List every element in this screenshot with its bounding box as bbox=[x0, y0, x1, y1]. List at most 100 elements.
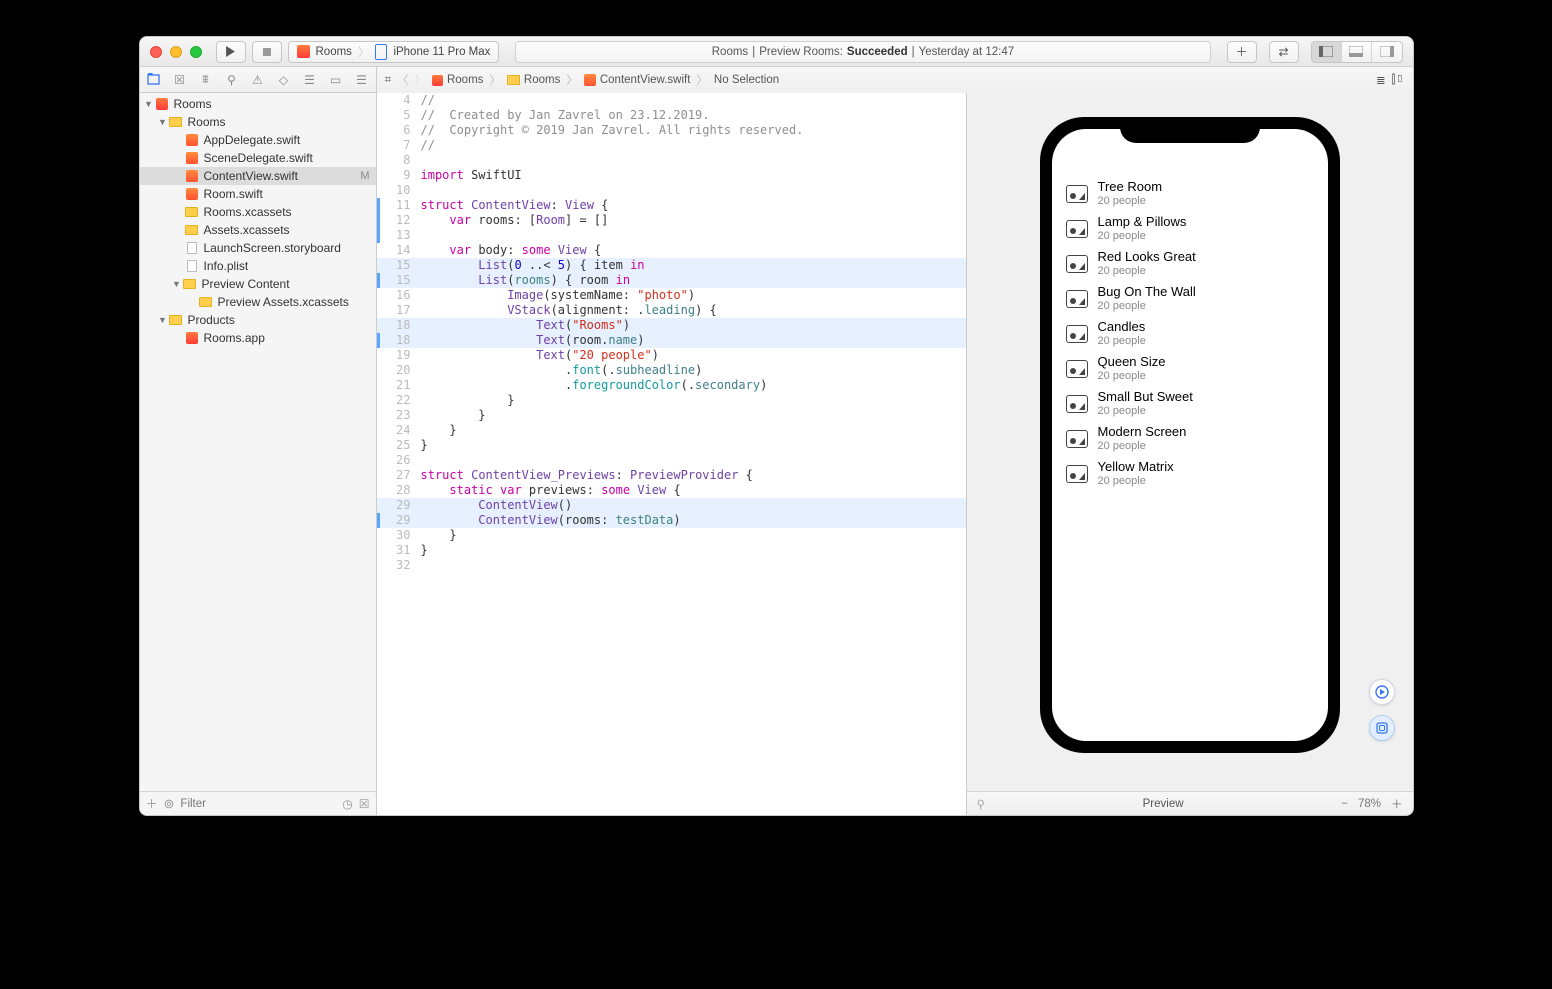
back-icon[interactable]: 〈 bbox=[397, 72, 409, 88]
code-line[interactable]: 9import SwiftUI bbox=[377, 168, 966, 183]
minimap-icon[interactable]: ≣ bbox=[1376, 73, 1386, 87]
toggle-navigator[interactable] bbox=[1312, 42, 1342, 62]
code-line[interactable]: 13 bbox=[377, 228, 966, 243]
breakpoint-navigator-icon[interactable]: ▭ bbox=[328, 72, 344, 88]
toggle-inspector[interactable] bbox=[1372, 42, 1402, 62]
stop-button[interactable] bbox=[252, 41, 282, 63]
crumb-selection[interactable]: No Selection bbox=[714, 74, 779, 86]
code-line[interactable]: 30 } bbox=[377, 528, 966, 543]
code-line[interactable]: 15 List(0 ..< 5) { item in bbox=[377, 258, 966, 273]
tree-file-room[interactable]: Room.swift bbox=[140, 185, 376, 203]
minimize-button[interactable] bbox=[170, 46, 182, 58]
tree-project[interactable]: ▼Rooms bbox=[140, 95, 376, 113]
close-button[interactable] bbox=[150, 46, 162, 58]
tree-file-appdelegate[interactable]: AppDelegate.swift bbox=[140, 131, 376, 149]
list-item[interactable]: Lamp & Pillows 20 people bbox=[1052, 212, 1328, 247]
titlebar: Rooms 〉 iPhone 11 Pro Max Rooms | Previe… bbox=[140, 37, 1413, 67]
tree-file-launch[interactable]: LaunchScreen.storyboard bbox=[140, 239, 376, 257]
tree-group-previewcontent[interactable]: ▼Preview Content bbox=[140, 275, 376, 293]
list-item[interactable]: Yellow Matrix 20 people bbox=[1052, 457, 1328, 492]
filter-icon[interactable]: ⊚ bbox=[164, 796, 175, 812]
code-editor[interactable]: 4//5// Created by Jan Zavrel on 23.12.20… bbox=[377, 93, 967, 815]
tree-file-contentview[interactable]: ContentView.swiftM bbox=[140, 167, 376, 185]
code-line[interactable]: 29 ContentView() bbox=[377, 498, 966, 513]
code-line[interactable]: 18 Text("Rooms") bbox=[377, 318, 966, 333]
inspect-preview-button[interactable] bbox=[1369, 715, 1395, 741]
code-line[interactable]: 29 ContentView(rooms: testData) bbox=[377, 513, 966, 528]
tree-file-plist[interactable]: Info.plist bbox=[140, 257, 376, 275]
pin-icon[interactable]: ⚲ bbox=[977, 797, 985, 811]
code-line[interactable]: 25} bbox=[377, 438, 966, 453]
tree-group-rooms[interactable]: ▼Rooms bbox=[140, 113, 376, 131]
report-navigator-icon[interactable]: ☰ bbox=[354, 72, 370, 88]
filter-input[interactable] bbox=[180, 798, 336, 810]
live-preview-button[interactable] bbox=[1369, 679, 1395, 705]
zoom-in-button[interactable]: ＋ bbox=[1391, 796, 1403, 812]
adjust-editor-icon[interactable]: ⫿▯ bbox=[1392, 74, 1405, 87]
tree-file-roomsassets[interactable]: Rooms.xcassets bbox=[140, 203, 376, 221]
code-line[interactable]: 27struct ContentView_Previews: PreviewPr… bbox=[377, 468, 966, 483]
code-line[interactable]: 16 Image(systemName: "photo") bbox=[377, 288, 966, 303]
test-navigator-icon[interactable]: ◇ bbox=[276, 72, 292, 88]
code-line[interactable]: 11struct ContentView: View { bbox=[377, 198, 966, 213]
recent-icon[interactable]: ◷ bbox=[342, 797, 352, 811]
canvas[interactable]: Tree Room 20 people Lamp & Pillows 20 pe… bbox=[967, 93, 1413, 791]
crumb-file[interactable]: ContentView.swift bbox=[600, 74, 691, 86]
code-line[interactable]: 6// Copyright © 2019 Jan Zavrel. All rig… bbox=[377, 123, 966, 138]
code-line[interactable]: 24 } bbox=[377, 423, 966, 438]
tree-file-scenedelegate[interactable]: SceneDelegate.swift bbox=[140, 149, 376, 167]
code-line[interactable]: 7// bbox=[377, 138, 966, 153]
code-line[interactable]: 19 Text("20 people") bbox=[377, 348, 966, 363]
code-line[interactable]: 18 Text(room.name) bbox=[377, 333, 966, 348]
zoom-out-button[interactable]: − bbox=[1341, 798, 1348, 810]
crumb-group[interactable]: Rooms bbox=[524, 74, 560, 86]
code-line[interactable]: 22 } bbox=[377, 393, 966, 408]
device-icon bbox=[375, 44, 387, 60]
list-item[interactable]: Red Looks Great 20 people bbox=[1052, 247, 1328, 282]
code-line[interactable]: 28 static var previews: some View { bbox=[377, 483, 966, 498]
code-review-button[interactable]: ⇄ bbox=[1269, 41, 1299, 63]
project-navigator-icon[interactable] bbox=[146, 72, 162, 88]
source-control-navigator-icon[interactable]: ☒ bbox=[172, 72, 188, 88]
list-item[interactable]: Queen Size 20 people bbox=[1052, 352, 1328, 387]
code-line[interactable]: 17 VStack(alignment: .leading) { bbox=[377, 303, 966, 318]
forward-icon[interactable]: 〉 bbox=[414, 72, 426, 88]
related-items-icon[interactable]: ⌗ bbox=[385, 74, 391, 87]
library-button[interactable]: ＋ bbox=[1227, 41, 1257, 63]
scheme-selector[interactable]: Rooms 〉 iPhone 11 Pro Max bbox=[288, 41, 500, 63]
crumb-project[interactable]: Rooms bbox=[447, 74, 483, 86]
scm-filter-icon[interactable]: ☒ bbox=[359, 797, 370, 811]
tree-file-assets[interactable]: Assets.xcassets bbox=[140, 221, 376, 239]
list-item[interactable]: Small But Sweet 20 people bbox=[1052, 387, 1328, 422]
jump-bar[interactable]: ⌗ 〈 〉 Rooms 〉 Rooms 〉 ContentView.swift … bbox=[377, 67, 1413, 93]
code-line[interactable]: 23 } bbox=[377, 408, 966, 423]
tree-file-previewassets[interactable]: Preview Assets.xcassets bbox=[140, 293, 376, 311]
code-view[interactable]: 4//5// Created by Jan Zavrel on 23.12.20… bbox=[377, 93, 966, 815]
code-line[interactable]: 14 var body: some View { bbox=[377, 243, 966, 258]
issue-navigator-icon[interactable]: ⚠ bbox=[250, 72, 266, 88]
list-item[interactable]: Bug On The Wall 20 people bbox=[1052, 282, 1328, 317]
add-icon[interactable]: ＋ bbox=[146, 795, 158, 812]
list-item[interactable]: Modern Screen 20 people bbox=[1052, 422, 1328, 457]
tree-product-app[interactable]: Rooms.app bbox=[140, 329, 376, 347]
code-line[interactable]: 20 .font(.subheadline) bbox=[377, 363, 966, 378]
code-line[interactable]: 21 .foregroundColor(.secondary) bbox=[377, 378, 966, 393]
find-navigator-icon[interactable]: ⚲ bbox=[224, 72, 240, 88]
code-line[interactable]: 31} bbox=[377, 543, 966, 558]
maximize-button[interactable] bbox=[190, 46, 202, 58]
code-line[interactable]: 10 bbox=[377, 183, 966, 198]
list-item[interactable]: Candles 20 people bbox=[1052, 317, 1328, 352]
tree-group-products[interactable]: ▼Products bbox=[140, 311, 376, 329]
code-line[interactable]: 32 bbox=[377, 558, 966, 573]
code-line[interactable]: 12 var rooms: [Room] = [] bbox=[377, 213, 966, 228]
code-line[interactable]: 8 bbox=[377, 153, 966, 168]
symbol-navigator-icon[interactable]: ⩩ bbox=[198, 72, 214, 88]
list-item[interactable]: Tree Room 20 people bbox=[1052, 177, 1328, 212]
code-line[interactable]: 26 bbox=[377, 453, 966, 468]
run-button[interactable] bbox=[216, 41, 246, 63]
code-line[interactable]: 4// bbox=[377, 93, 966, 108]
debug-navigator-icon[interactable]: ☰ bbox=[302, 72, 318, 88]
toggle-debug[interactable] bbox=[1342, 42, 1372, 62]
code-line[interactable]: 15 List(rooms) { room in bbox=[377, 273, 966, 288]
code-line[interactable]: 5// Created by Jan Zavrel on 23.12.2019. bbox=[377, 108, 966, 123]
